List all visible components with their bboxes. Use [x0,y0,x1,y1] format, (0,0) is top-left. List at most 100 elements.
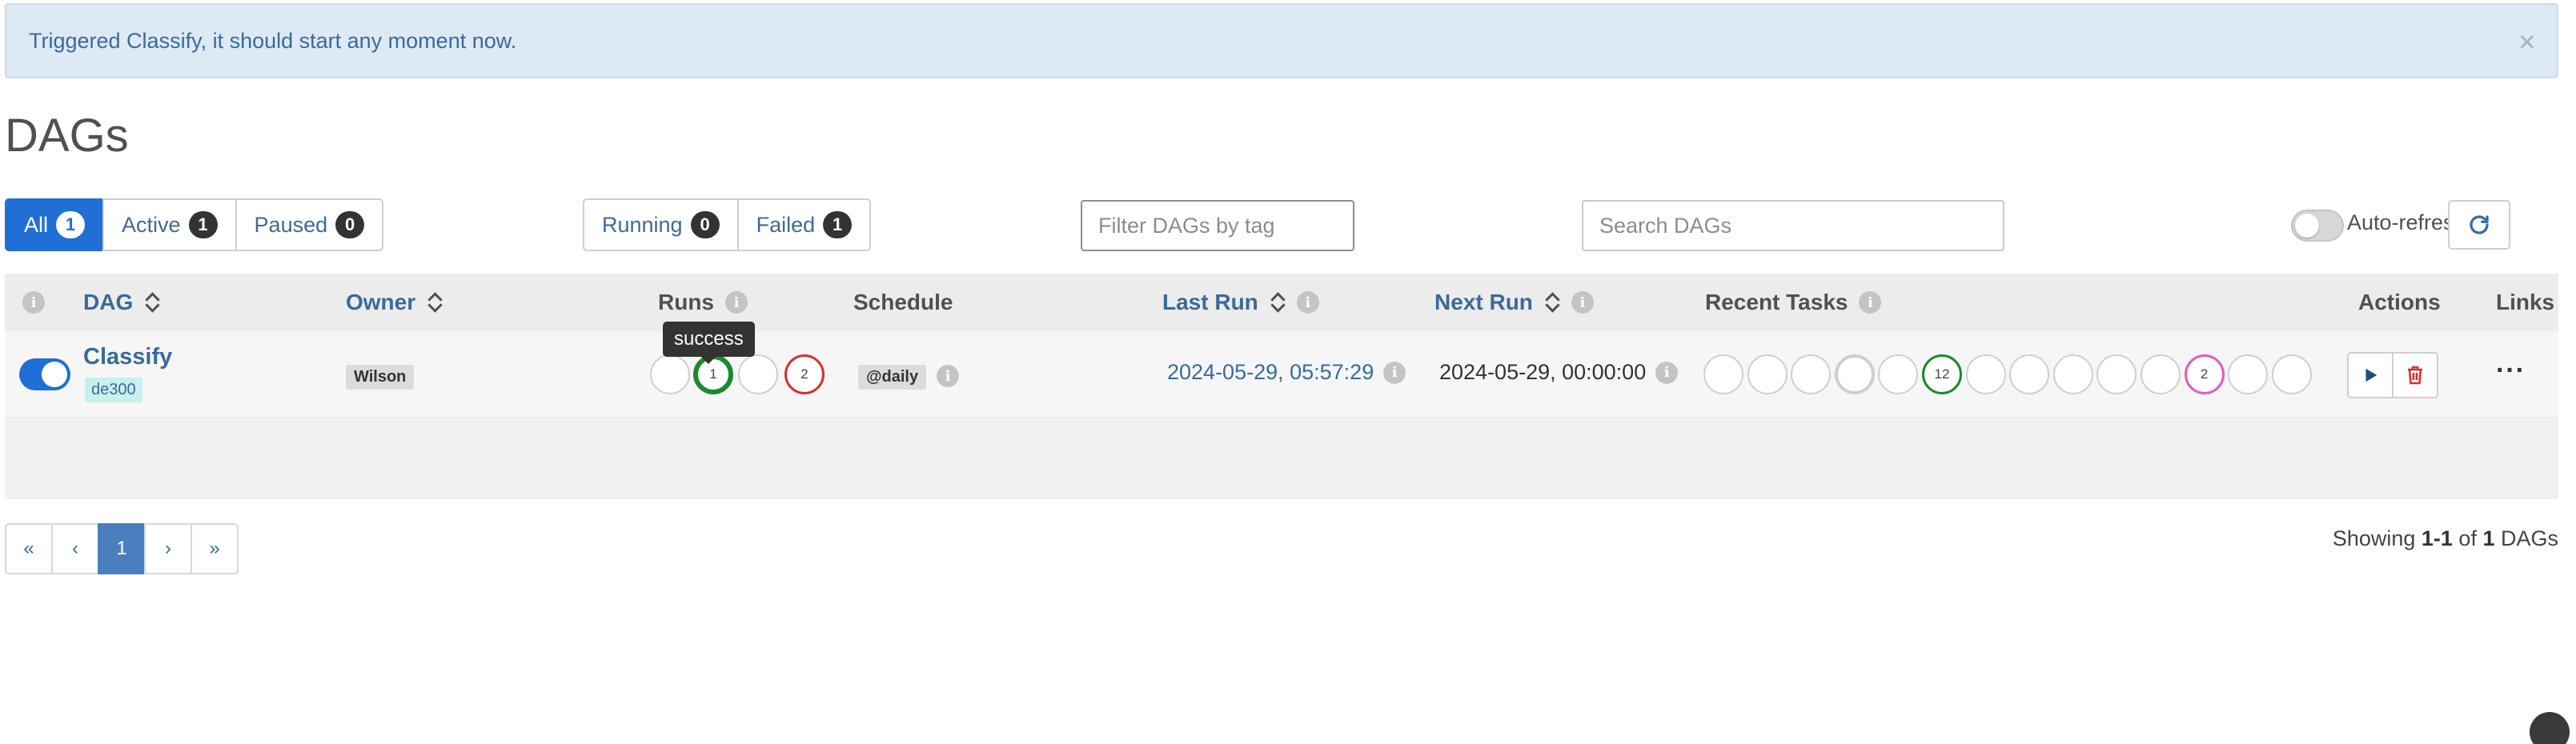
run-state-circle-failed[interactable]: 2 [784,354,825,394]
toggle-knob [42,362,67,387]
filter-paused-label: Paused [254,212,328,237]
header-recent-tasks-label: Recent Tasks [1705,290,1848,314]
run-state-circle[interactable] [650,354,690,394]
trash-icon [2408,366,2422,385]
table-header: i DAG Owner Runs i Schedule Last Run i N… [5,274,2558,331]
header-actions-label: Actions [2358,290,2441,314]
links-menu-icon[interactable]: ··· [2496,355,2526,386]
header-dag[interactable]: DAG [83,290,160,315]
next-page-button[interactable]: › [144,523,192,574]
task-state-circle[interactable] [2009,354,2050,394]
task-state-circle[interactable]: 2 [2184,354,2225,394]
header-dag-label: DAG [83,290,134,314]
refresh-button[interactable] [2448,200,2510,250]
delete-dag-button[interactable] [2392,352,2438,398]
header-runs-label: Runs [658,290,714,314]
task-state-circle[interactable] [2097,354,2137,394]
pagination: « ‹ 1 › » [5,523,239,574]
showing-total: 1 [2482,526,2495,550]
owner-badge[interactable]: Wilson [346,365,415,390]
filter-paused-count: 0 [335,211,365,238]
showing-prefix: Showing [2332,526,2422,550]
header-schedule-label: Schedule [853,290,953,314]
header-last-run-label: Last Run [1162,290,1258,314]
header-links: Links [2496,290,2554,315]
info-icon[interactable]: i [22,291,45,314]
dag-pause-toggle[interactable] [19,358,70,390]
header-last-run[interactable]: Last Run i [1162,290,1319,315]
status-filter-group: All 1 Active 1 Paused 0 [5,198,384,251]
task-state-circle[interactable] [1878,354,1919,394]
dag-tag[interactable]: de300 [85,378,142,402]
filter-running-count: 0 [690,211,720,238]
dags-table: i DAG Owner Runs i Schedule Last Run i N… [5,274,2558,499]
run-state-tooltip: success [663,322,755,364]
filter-all-count: 1 [56,211,86,238]
auto-refresh-toggle[interactable] [2291,210,2344,242]
filter-failed-label: Failed [756,212,816,237]
filter-all-button[interactable]: All 1 [5,198,105,251]
filter-failed-count: 1 [823,211,853,238]
last-run-value: 2024-05-29, 05:57:29 [1167,360,1374,384]
prev-page-button[interactable]: ‹ [51,523,99,574]
task-state-circle[interactable] [2141,354,2181,394]
info-icon[interactable]: i [1571,291,1594,314]
header-owner-label: Owner [346,290,416,314]
filter-active-count: 1 [188,211,218,238]
filter-failed-button[interactable]: Failed 1 [736,198,872,251]
first-page-button[interactable]: « [5,523,53,574]
feedback-button[interactable] [2530,712,2570,744]
showing-count: Showing 1-1 of 1 DAGs [2333,526,2558,551]
trigger-alert: Triggered Classify, it should start any … [5,3,2558,78]
alert-message: Triggered Classify, it should start any … [29,29,517,53]
filter-active-label: Active [122,212,181,237]
last-run-link[interactable]: 2024-05-29, 05:57:29 i [1167,360,1406,385]
schedule-badge[interactable]: @daily [858,365,927,390]
header-schedule: Schedule [853,290,953,315]
sort-icon [144,290,160,314]
sort-icon [1270,290,1286,314]
toggle-knob [2295,214,2319,238]
search-dags-input[interactable] [1582,200,2004,251]
dag-name-link[interactable]: Classify [83,344,172,370]
filter-all-label: All [24,212,49,237]
refresh-icon [2470,215,2489,234]
task-state-circle[interactable] [2052,354,2093,394]
task-state-circle[interactable]: 12 [1922,354,1962,394]
header-runs: Runs i [658,290,748,315]
tag-filter-input[interactable] [1081,200,1354,251]
header-owner[interactable]: Owner [346,290,443,315]
header-next-run[interactable]: Next Run i [1434,290,1594,315]
showing-suffix: DAGs [2494,526,2558,550]
page-title: DAGs [5,110,129,162]
info-icon[interactable]: i [1383,361,1406,384]
header-next-run-label: Next Run [1434,290,1533,314]
filter-paused-button[interactable]: Paused 0 [235,198,384,251]
run-state-circle[interactable] [738,354,778,394]
info-icon[interactable]: i [1655,361,1679,384]
trigger-dag-button[interactable] [2347,352,2393,398]
showing-of: of [2452,526,2483,550]
close-icon[interactable]: × [2518,27,2536,58]
info-icon[interactable]: i [1296,291,1319,314]
filter-running-button[interactable]: Running 0 [583,198,739,251]
task-state-circle[interactable] [1703,354,1743,394]
info-icon[interactable]: i [725,291,748,314]
task-state-circle[interactable] [1747,354,1788,394]
task-state-circle[interactable] [1791,354,1832,394]
header-links-label: Links [2496,290,2555,314]
task-state-circle[interactable] [2228,354,2269,394]
header-actions: Actions [2358,290,2441,315]
last-page-button[interactable]: » [191,523,239,574]
filter-active-button[interactable]: Active 1 [102,198,237,251]
task-state-circle[interactable] [2271,354,2312,394]
info-icon[interactable]: i [1859,291,1882,314]
task-state-circle[interactable] [1834,354,1875,394]
play-icon [2365,368,2377,382]
task-state-circle[interactable] [1965,354,2006,394]
info-icon[interactable]: i [937,365,959,387]
table-row: Classify de300 Wilson 1 2 @daily i 2024-… [5,331,2558,418]
filter-running-label: Running [602,212,683,237]
next-run: 2024-05-29, 00:00:00 i [1439,360,1679,385]
current-page-button[interactable]: 1 [98,523,146,574]
